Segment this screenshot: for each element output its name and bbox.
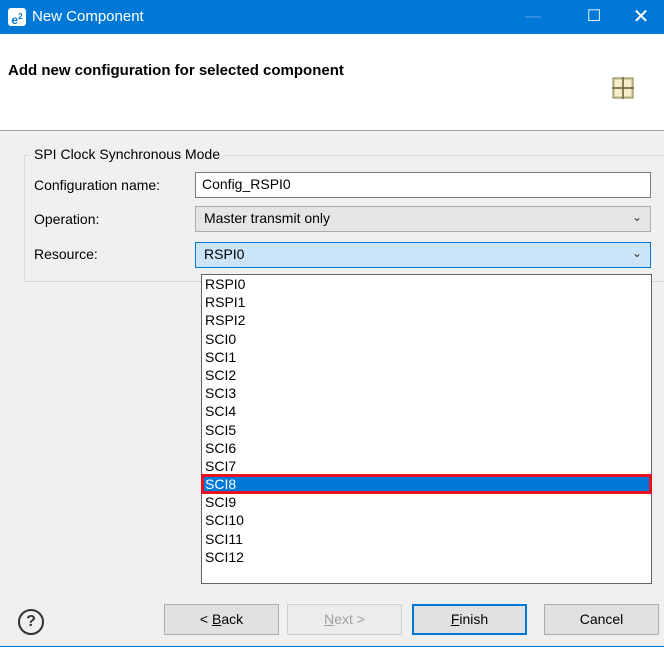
- list-item-selected[interactable]: SCI8: [201, 474, 652, 495]
- next-mnemonic: N: [324, 611, 335, 627]
- close-button[interactable]: ✕: [618, 0, 664, 34]
- cancel-button[interactable]: Cancel: [544, 604, 659, 635]
- list-item[interactable]: SCI9: [202, 493, 651, 511]
- operation-value: Master transmit only: [204, 210, 331, 226]
- resource-label: Resource:: [34, 246, 98, 262]
- dialog-header: [0, 34, 664, 131]
- back-suffix: ack: [221, 611, 244, 627]
- list-item[interactable]: RSPI2: [202, 311, 651, 329]
- operation-label: Operation:: [34, 211, 100, 227]
- group-legend: SPI Clock Synchronous Mode: [30, 146, 224, 162]
- back-prefix: <: [199, 611, 212, 627]
- operation-select[interactable]: Master transmit only ⌄: [195, 206, 651, 232]
- page-title: Add new configuration for selected compo…: [8, 62, 344, 79]
- help-icon[interactable]: ?: [18, 609, 44, 635]
- window-title: New Component: [32, 8, 144, 25]
- next-button: Next >: [287, 604, 402, 635]
- list-item[interactable]: SCI10: [202, 511, 651, 529]
- resource-value: RSPI0: [204, 246, 245, 262]
- chevron-down-icon: ⌄: [631, 246, 642, 260]
- config-name-label: Configuration name:: [34, 177, 161, 193]
- list-item[interactable]: SCI7: [202, 457, 651, 475]
- list-item[interactable]: SCI3: [202, 384, 651, 402]
- list-item[interactable]: SCI0: [202, 330, 651, 348]
- list-item[interactable]: SCI2: [202, 366, 651, 384]
- resource-select[interactable]: RSPI0 ⌄: [195, 242, 651, 268]
- list-item[interactable]: RSPI0: [202, 275, 651, 293]
- back-button[interactable]: < Back: [164, 604, 279, 635]
- list-item[interactable]: RSPI1: [202, 293, 651, 311]
- list-item[interactable]: SCI12: [202, 548, 651, 566]
- maximize-button[interactable]: ☐: [571, 0, 617, 34]
- resource-dropdown-list[interactable]: RSPI0 RSPI1 RSPI2 SCI0 SCI1 SCI2 SCI3 SC…: [201, 274, 652, 584]
- list-item[interactable]: SCI6: [202, 439, 651, 457]
- finish-button[interactable]: Finish: [412, 604, 527, 635]
- app-logo-superscript: 2: [18, 12, 23, 21]
- component-grid-icon: [612, 77, 634, 99]
- list-item[interactable]: SCI1: [202, 348, 651, 366]
- list-item[interactable]: SCI5: [202, 421, 651, 439]
- next-suffix: ext >: [334, 611, 365, 627]
- list-item[interactable]: SCI4: [202, 402, 651, 420]
- minimize-button[interactable]: —: [510, 0, 556, 34]
- list-item[interactable]: SCI11: [202, 530, 651, 548]
- app-logo-icon: e2: [8, 8, 26, 27]
- chevron-down-icon: ⌄: [631, 210, 642, 224]
- back-mnemonic: B: [211, 611, 222, 627]
- finish-suffix: inish: [459, 611, 489, 627]
- config-name-input[interactable]: Config_RSPI0: [195, 172, 651, 198]
